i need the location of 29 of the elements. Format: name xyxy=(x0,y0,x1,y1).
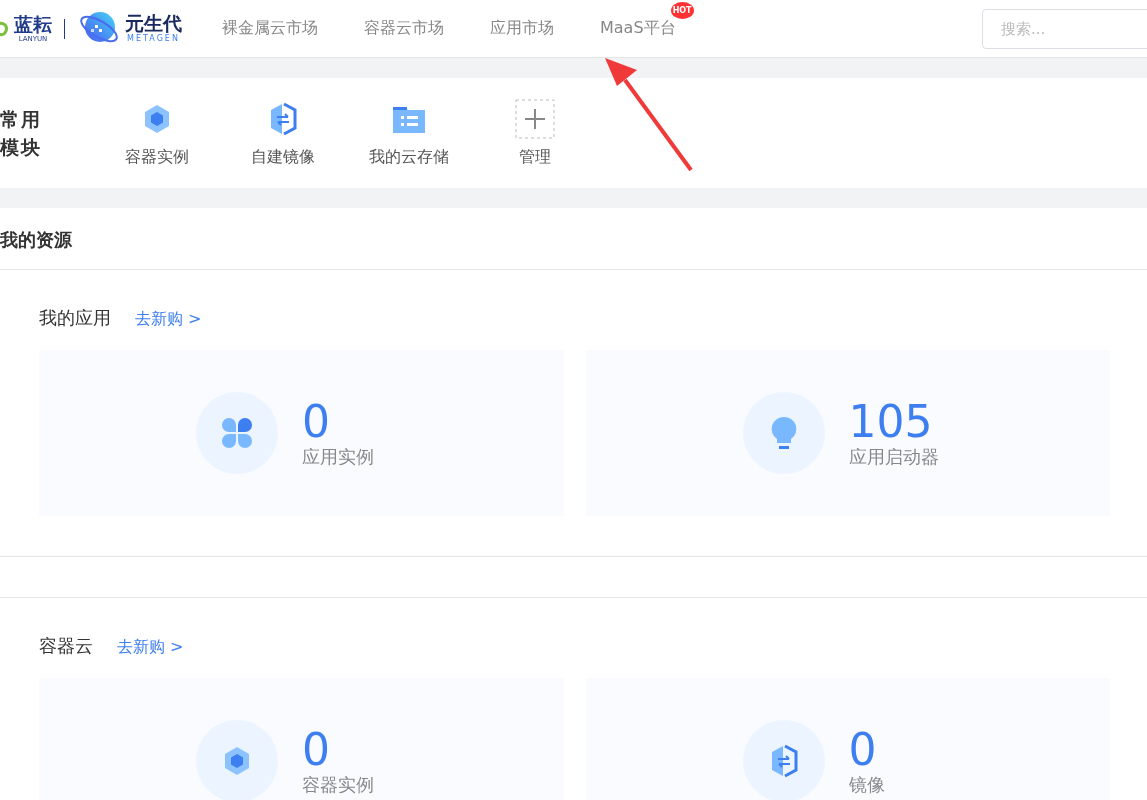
module-shortcut[interactable]: 我的云存储 xyxy=(346,98,472,168)
stat-label: 应用实例 xyxy=(302,448,374,466)
group-title: 容器云 xyxy=(39,634,93,658)
section-title: 我的资源 xyxy=(0,208,1147,270)
stat-label: 容器实例 xyxy=(302,776,374,794)
clover-icon xyxy=(221,417,253,449)
logo-name: 元生代 xyxy=(125,14,182,33)
module-shortcut[interactable]: 管理 xyxy=(472,98,598,168)
stat-label: 镜像 xyxy=(848,776,885,794)
nav-link[interactable]: MaaS平台 xyxy=(600,18,676,37)
section-title: 常用模块 xyxy=(0,106,43,160)
buy-link[interactable]: 去新购 > xyxy=(135,309,202,330)
nav-link[interactable]: 应用市场 xyxy=(490,18,554,37)
buy-link[interactable]: 去新购 > xyxy=(117,637,184,658)
search-field[interactable]: 搜索... xyxy=(982,8,1147,49)
module-shortcut[interactable]: 自建镜像 xyxy=(220,98,346,168)
group-title: 我的应用 xyxy=(39,306,111,330)
module-shortcut[interactable]: 容器实例 xyxy=(94,98,220,168)
logo-subtitle: METAGEN xyxy=(127,35,180,43)
stat-value: 0 xyxy=(848,728,878,772)
nav-link[interactable]: 裸金属云市场 xyxy=(222,18,318,37)
hot-badge: HOT xyxy=(670,2,694,19)
stat-value: 105 xyxy=(848,400,934,444)
stat-label: 应用启动器 xyxy=(848,448,939,466)
stat-value: 0 xyxy=(302,728,331,772)
stat-value: 0 xyxy=(302,400,331,444)
nav-link[interactable]: 容器云市场 xyxy=(364,18,444,37)
logo-name: 蓝耘 xyxy=(14,14,52,34)
add-icon xyxy=(515,98,555,139)
